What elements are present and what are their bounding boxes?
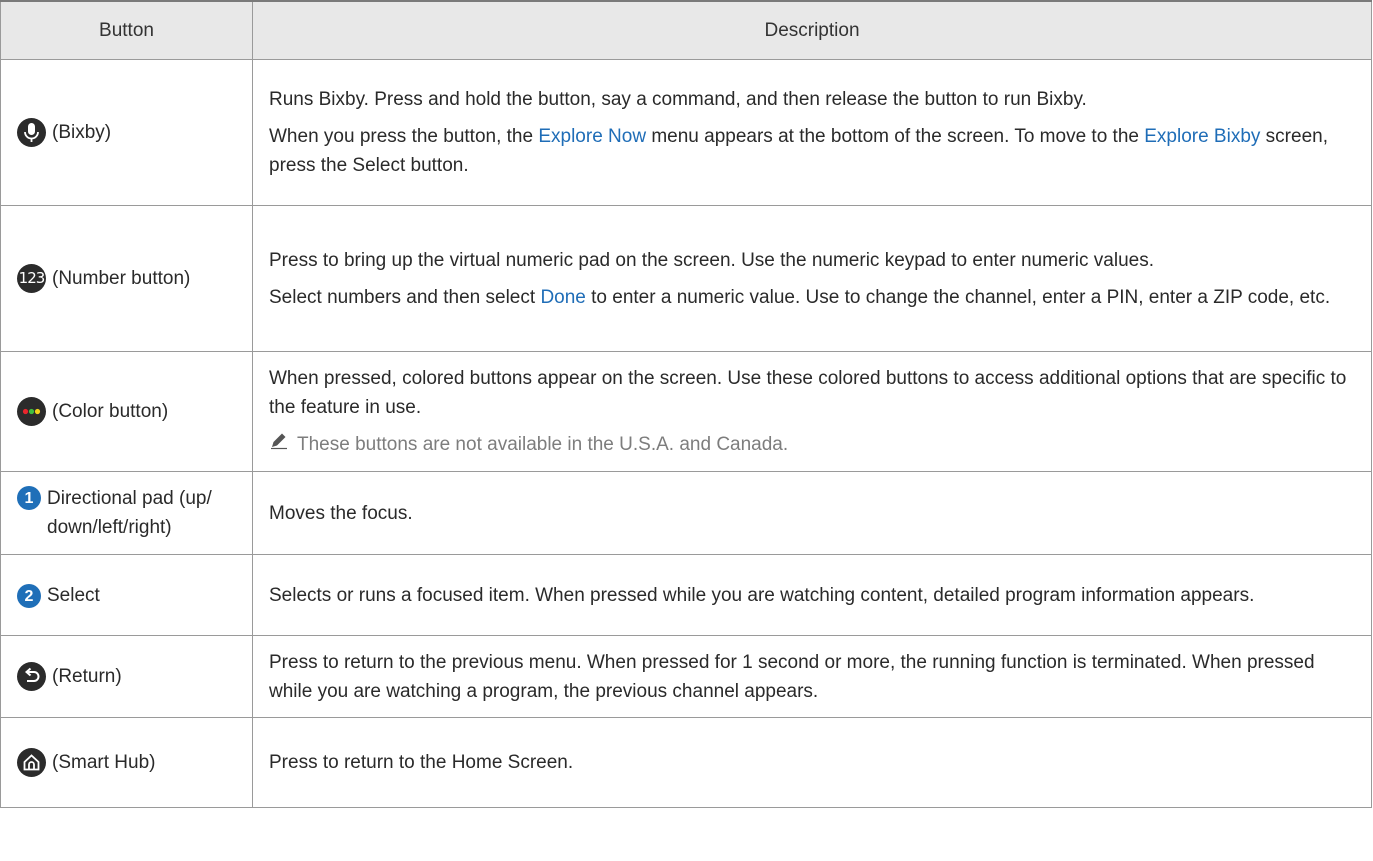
button-cell: 1 Directional pad (up/ down/left/right) xyxy=(0,471,253,555)
explore-bixby-link: Explore Bixby xyxy=(1144,126,1261,147)
button-label: (Color button) xyxy=(52,401,169,422)
pencil-icon xyxy=(269,430,289,459)
table-row: (Return) Press to return to the previous… xyxy=(0,635,1372,718)
microphone-icon xyxy=(17,118,46,147)
callout-badge: 1 xyxy=(17,486,41,510)
button-label: Directional pad (up/ down/left/right) xyxy=(47,488,212,538)
description-text: Press to return to the Home Screen. xyxy=(269,752,574,773)
description-text: Select numbers and then select Done to e… xyxy=(269,286,1331,308)
description-text: When you press the button, the Explore N… xyxy=(269,126,1328,176)
header-description: Description xyxy=(252,0,1372,60)
remote-buttons-table: Button Description (Bixby) Runs Bixby. P… xyxy=(0,0,1372,808)
number-pad-icon: 123 xyxy=(17,264,46,293)
description-text: Moves the focus. xyxy=(269,502,413,524)
header-button: Button xyxy=(0,0,253,60)
table-row: (Bixby) Runs Bixby. Press and hold the b… xyxy=(0,59,1372,206)
description-cell: Press to return to the previous menu. Wh… xyxy=(252,635,1372,718)
description-text: Selects or runs a focused item. When pre… xyxy=(269,584,1255,606)
table-row: (Smart Hub) Press to return to the Home … xyxy=(0,717,1372,808)
description-text: Press to return to the previous menu. Wh… xyxy=(269,651,1315,702)
done-link: Done xyxy=(540,286,586,308)
button-label: (Smart Hub) xyxy=(52,752,156,773)
button-label: (Return) xyxy=(52,666,122,687)
button-cell: (Return) xyxy=(0,635,253,718)
description-cell: Press to bring up the virtual numeric pa… xyxy=(252,205,1372,352)
button-label: (Number button) xyxy=(52,268,191,289)
description-text: Press to bring up the virtual numeric pa… xyxy=(269,249,1155,271)
description-cell: Press to return to the Home Screen. xyxy=(252,717,1372,808)
description-text: Runs Bixby. Press and hold the button, s… xyxy=(269,89,1087,110)
button-cell: 2 Select xyxy=(0,554,253,636)
callout-badge: 2 xyxy=(17,584,41,608)
button-cell: 123 (Number button) xyxy=(0,205,253,352)
note-text: These buttons are not available in the U… xyxy=(297,434,789,455)
table-row: 2 Select Selects or runs a focused item.… xyxy=(0,554,1372,636)
description-cell: Moves the focus. xyxy=(252,471,1372,555)
return-icon xyxy=(17,662,46,691)
button-cell: (Smart Hub) xyxy=(0,717,253,808)
explore-now-link: Explore Now xyxy=(538,126,647,147)
table-header-row: Button Description xyxy=(0,0,1372,60)
table-row: 123 (Number button) Press to bring up th… xyxy=(0,205,1372,352)
note: These buttons are not available in the U… xyxy=(269,430,1357,459)
color-dots-icon xyxy=(17,397,46,426)
description-cell: Runs Bixby. Press and hold the button, s… xyxy=(252,59,1372,206)
description-cell: When pressed, colored buttons appear on … xyxy=(252,351,1372,472)
button-label: Select xyxy=(47,584,100,606)
description-cell: Selects or runs a focused item. When pre… xyxy=(252,554,1372,636)
description-text: When pressed, colored buttons appear on … xyxy=(269,368,1347,418)
button-cell: (Color button) xyxy=(0,351,253,472)
home-icon xyxy=(17,748,46,777)
button-label: (Bixby) xyxy=(52,122,112,143)
table-row: 1 Directional pad (up/ down/left/right) … xyxy=(0,471,1372,555)
button-cell: (Bixby) xyxy=(0,59,253,206)
table-row: (Color button) When pressed, colored but… xyxy=(0,351,1372,472)
